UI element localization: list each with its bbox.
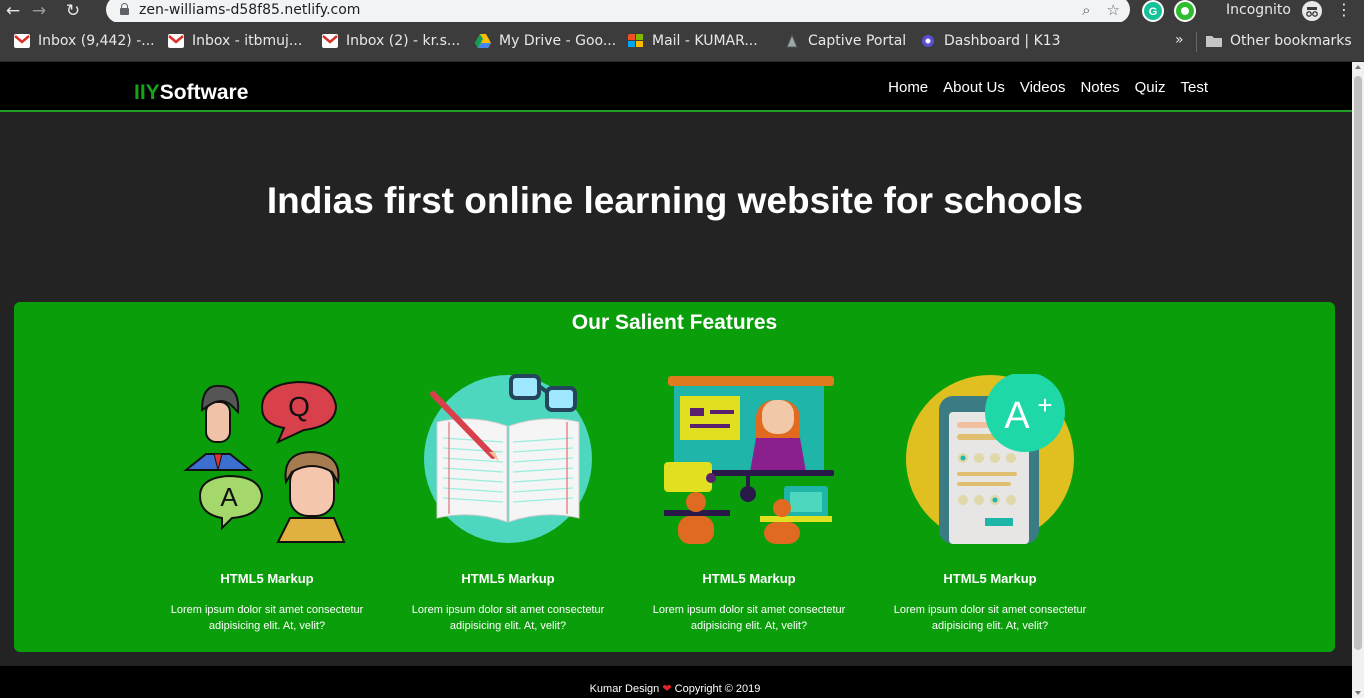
feature-title: HTML5 Markup <box>702 571 796 586</box>
feature-card: Q A HTML5 Markup Lorem ipsum dolor sit a… <box>157 374 377 634</box>
bookmarks-divider <box>1196 32 1197 52</box>
gmail-icon <box>322 34 338 48</box>
bookmark-label: My Drive - Goo... <box>499 33 617 49</box>
bookmarks-bar: Inbox (9,442) -... Inbox - itbmuj... Inb… <box>0 22 1364 62</box>
bookmark-item[interactable]: Dashboard | K13 <box>920 33 1061 49</box>
browser-toolbar: ← → ↻ zen-williams-d58f85.netlify.com ⌕ … <box>0 0 1364 23</box>
bookmark-item[interactable]: Inbox (2) - kr.s... <box>322 33 460 49</box>
lock-icon <box>120 3 129 15</box>
nav-about-us[interactable]: About Us <box>943 79 1005 96</box>
nav-home[interactable]: Home <box>888 79 928 96</box>
webpage: IIYSoftware Home About Us Videos Notes Q… <box>0 62 1352 698</box>
forward-arrow-icon[interactable]: → <box>26 0 52 22</box>
hero-title: Indias first online learning website for… <box>266 180 1084 221</box>
address-bar[interactable]: zen-williams-d58f85.netlify.com ⌕ ☆ <box>106 0 1130 23</box>
gmail-icon <box>14 34 30 48</box>
reload-icon[interactable]: ↻ <box>60 0 86 22</box>
nav-quiz[interactable]: Quiz <box>1135 79 1166 96</box>
qa-people-icon: Q A <box>183 380 346 543</box>
bookmark-item[interactable]: Mail - KUMAR... <box>628 33 758 49</box>
feature-description: Lorem ipsum dolor sit amet consectetur a… <box>170 604 364 632</box>
bookmark-item[interactable]: My Drive - Goo... <box>475 33 616 49</box>
feature-description: Lorem ipsum dolor sit amet consectetur a… <box>893 604 1087 632</box>
bookmark-label: Inbox - itbmuj... <box>192 33 303 49</box>
other-bookmarks-label: Other bookmarks <box>1230 33 1352 49</box>
incognito-label: Incognito <box>1226 2 1291 18</box>
features-section: Our Salient Features Q A HTML5 Markup Lo… <box>14 302 1335 652</box>
classroom-presentation-icon <box>664 376 834 544</box>
scroll-thumb[interactable] <box>1354 76 1362 650</box>
svg-text:G: G <box>1149 6 1158 18</box>
feature-description: Lorem ipsum dolor sit amet consectetur a… <box>411 604 605 632</box>
bookmark-star-icon[interactable]: ☆ <box>1107 1 1120 19</box>
bookmark-label: Dashboard | K13 <box>944 33 1061 49</box>
feature-title: HTML5 Markup <box>943 571 1037 586</box>
bookmark-label: Inbox (2) - kr.s... <box>346 33 461 49</box>
drive-icon <box>475 34 491 48</box>
extension-icon[interactable] <box>1174 0 1196 22</box>
bookmark-label: Mail - KUMAR... <box>652 33 758 49</box>
browser-menu-icon[interactable]: ⋮ <box>1336 0 1352 19</box>
grammarly-extension-icon[interactable]: G <box>1142 0 1164 22</box>
incognito-icon <box>1302 1 1322 21</box>
feature-card: HTML5 Markup Lorem ipsum dolor sit amet … <box>398 374 618 634</box>
svg-text:A: A <box>1004 395 1030 437</box>
outlook-icon <box>628 34 643 47</box>
nav-links: Home About Us Videos Notes Quiz Test <box>888 79 1208 96</box>
grade-a-plus-icon: A + <box>906 372 1074 544</box>
page-scrollbar[interactable] <box>1352 62 1364 698</box>
zoom-icon[interactable]: ⌕ <box>1082 1 1090 19</box>
more-bookmarks-chevron[interactable]: » <box>1175 32 1184 48</box>
footer-text: Kumar Design ❤ Copyright © 2019 <box>0 682 1350 695</box>
svg-text:+: + <box>1037 390 1052 420</box>
site-navbar: IIYSoftware Home About Us Videos Notes Q… <box>0 62 1352 112</box>
scroll-up-arrow-icon[interactable] <box>1355 65 1361 69</box>
bookmark-item[interactable]: Inbox - itbmuj... <box>168 33 302 49</box>
url-text: zen-williams-d58f85.netlify.com <box>139 1 361 18</box>
features-title: Our Salient Features <box>571 311 778 334</box>
site-logo[interactable]: IIYSoftware <box>134 81 248 105</box>
bookmark-item[interactable]: Captive Portal <box>784 33 906 49</box>
bookmark-label: Inbox (9,442) -... <box>38 33 155 49</box>
bookmark-label: Captive Portal <box>808 33 907 49</box>
feature-description: Lorem ipsum dolor sit amet consectetur a… <box>652 604 846 632</box>
feature-title: HTML5 Markup <box>220 571 314 586</box>
logo-accent: IIY <box>134 81 160 104</box>
other-bookmarks-folder[interactable]: Other bookmarks <box>1206 33 1352 49</box>
feature-title: HTML5 Markup <box>461 571 555 586</box>
open-book-icon <box>424 374 592 543</box>
nav-notes[interactable]: Notes <box>1080 79 1119 96</box>
site-footer: Kumar Design ❤ Copyright © 2019 <box>0 666 1352 698</box>
feature-card: HTML5 Markup Lorem ipsum dolor sit amet … <box>639 374 859 634</box>
folder-icon <box>1206 36 1222 47</box>
gmail-icon <box>168 34 184 48</box>
svg-text:Q: Q <box>288 391 310 422</box>
footer-copyright: Copyright © 2019 <box>674 683 761 695</box>
dashboard-icon <box>922 35 934 47</box>
scroll-down-arrow-icon[interactable] <box>1355 691 1361 695</box>
back-arrow-icon[interactable]: ← <box>0 0 26 22</box>
feature-card: A + HTML5 Markup Lorem ipsum dolor sit a… <box>880 372 1100 634</box>
portal-icon <box>786 34 798 48</box>
bookmark-item[interactable]: Inbox (9,442) -... <box>14 33 155 49</box>
nav-videos[interactable]: Videos <box>1020 79 1066 96</box>
nav-test[interactable]: Test <box>1180 79 1208 96</box>
svg-text:A: A <box>220 482 238 512</box>
footer-author: Kumar Design <box>589 683 660 695</box>
heart-icon: ❤ <box>662 682 672 695</box>
logo-text: Software <box>159 81 249 104</box>
